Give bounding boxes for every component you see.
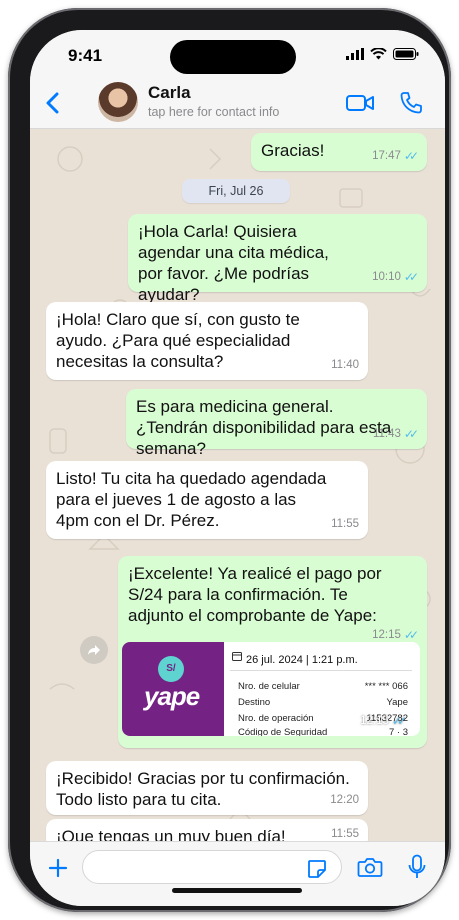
receipt-date: 26 jul. 2024 | 1:21 p.m. (246, 654, 358, 666)
video-call-button[interactable] (345, 88, 375, 118)
message-text: ¡Hola Carla! Quisiera agendar una cita m… (138, 222, 329, 304)
message-time: 10:10 (372, 271, 401, 283)
message-text: ¡Excelente! Ya realicé el pago por S/24 … (128, 564, 382, 625)
image-time: 12:15 (360, 715, 389, 727)
message-text: Listo! Tu cita ha quedado agendada para … (56, 469, 327, 530)
message-meta: 11:43 ✓✓ (372, 424, 419, 445)
message-incoming[interactable]: ¡Hola! Claro que sí, con gusto te ayudo.… (46, 302, 368, 380)
phone-icon (400, 92, 422, 114)
message-text: ¡Recibido! Gracias por tu confirmación. … (56, 769, 350, 809)
message-meta: 10:10 ✓✓ (372, 267, 419, 288)
message-incoming[interactable]: ¡Recibido! Gracias por tu confirmación. … (46, 761, 368, 815)
message-outgoing[interactable]: Es para medicina general. ¿Tendrán dispo… (126, 389, 427, 458)
message-outgoing-with-image[interactable]: ¡Excelente! Ya realicé el pago por S/24 … (118, 556, 427, 748)
message-time: 11:43 (372, 428, 401, 440)
message-time: 11:55 (331, 518, 359, 530)
forward-button[interactable] (80, 636, 108, 664)
message-input[interactable] (82, 850, 342, 884)
yape-receipt-image[interactable]: S/ yape 26 jul. 2024 | 1:21 p.m. Nro. de… (122, 642, 420, 736)
message-outgoing[interactable]: ¡Hola Carla! Quisiera agendar una cita m… (128, 214, 427, 304)
read-ticks-icon: ✓✓ (391, 714, 407, 728)
calendar-icon (232, 652, 242, 661)
message-meta: 11:55 (331, 514, 359, 535)
battery-icon (393, 48, 419, 60)
message-meta: 11:40 (331, 355, 359, 376)
signal-icon (346, 48, 364, 60)
plus-icon (48, 858, 68, 878)
forward-arrow-icon (88, 645, 100, 655)
camera-button[interactable] (355, 852, 385, 882)
contact-name[interactable]: Carla (148, 83, 191, 103)
avatar[interactable] (98, 82, 138, 122)
message-outgoing[interactable]: Gracias! 17:47 ✓✓ (251, 133, 427, 171)
message-incoming[interactable]: ¡Que tengas un muy buen día! 👋 11:55 (46, 819, 368, 841)
read-ticks-icon: ✓✓ (403, 149, 419, 163)
message-text: ¡Hola! Claro que sí, con gusto te ayudo.… (56, 310, 300, 371)
receipt-label: Código de Seguridad (238, 727, 328, 736)
message-meta: 17:47 ✓✓ (372, 146, 419, 167)
contact-info-hint[interactable]: tap here for contact info (148, 105, 279, 119)
message-meta: 11:55 (331, 824, 359, 841)
screen: 9:41 Carla tap here for contact info Gra… (30, 30, 445, 906)
message-text: ¡Que tengas un muy buen día! 👋 (56, 827, 286, 841)
video-camera-icon (346, 95, 374, 111)
message-text: Es para medicina general. ¿Tendrán dispo… (136, 397, 392, 458)
dynamic-island (170, 40, 296, 74)
yape-logo: yape (144, 681, 200, 711)
camera-icon (357, 858, 383, 877)
back-button[interactable] (40, 88, 64, 118)
message-time: 12:20 (330, 794, 359, 806)
yape-badge: S/ (158, 656, 184, 682)
read-ticks-icon: ✓✓ (403, 270, 419, 284)
microphone-icon (408, 854, 426, 878)
message-text: Gracias! (261, 141, 325, 160)
message-time: 11:55 (331, 828, 359, 840)
receipt-divider (230, 670, 412, 671)
voice-call-button[interactable] (396, 88, 426, 118)
message-time: 17:47 (372, 150, 401, 162)
message-time: 11:40 (331, 359, 359, 371)
chevron-left-icon (46, 92, 59, 114)
microphone-button[interactable] (402, 852, 432, 882)
image-meta: 12:15 ✓✓ (360, 711, 407, 732)
read-ticks-icon: ✓✓ (403, 427, 419, 441)
sticker-icon[interactable] (306, 858, 328, 880)
wifi-icon (370, 48, 387, 60)
message-incoming[interactable]: Listo! Tu cita ha quedado agendada para … (46, 461, 368, 539)
message-composer (30, 841, 445, 906)
date-separator: Fri, Jul 26 (182, 179, 290, 203)
home-indicator[interactable] (172, 888, 302, 893)
status-bar: 9:41 (30, 30, 445, 80)
status-time: 9:41 (68, 46, 103, 65)
attach-button[interactable] (44, 854, 72, 882)
yape-logo-panel: S/ yape (122, 642, 224, 736)
chat-header[interactable]: Carla tap here for contact info (30, 80, 445, 129)
message-meta: 12:20 (330, 790, 359, 811)
phone-frame: 9:41 Carla tap here for contact info Gra… (8, 8, 451, 912)
chat-area[interactable]: Gracias! 17:47 ✓✓ Fri, Jul 26 ¡Hola Carla… (30, 129, 445, 841)
system-icons (346, 48, 419, 60)
